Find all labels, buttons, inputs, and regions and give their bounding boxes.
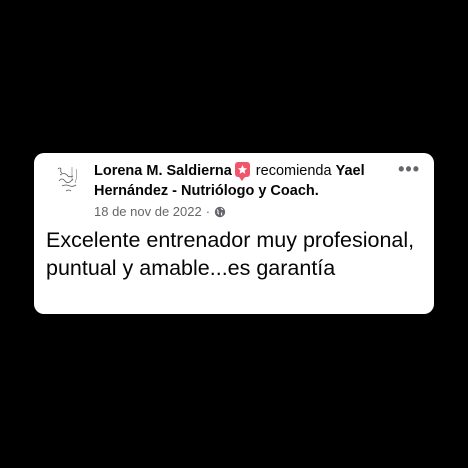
handwritten-logo-avatar [57,167,78,192]
globe-icon [214,206,226,218]
more-options-icon[interactable]: ••• [398,160,420,178]
review-card: Lorena M. Saldierna recomienda Yael Herná… [34,153,434,314]
post-meta: 18 de nov de 2022 · [94,204,226,219]
avatar[interactable] [50,161,86,197]
post-header: Lorena M. Saldierna recomienda Yael Herná… [94,161,394,201]
meta-separator: · [205,204,211,219]
post-body-text: Excelente entrenador muy profesional, pu… [46,228,415,280]
post-date[interactable]: 18 de nov de 2022 [94,204,202,219]
action-text: recomienda [255,163,332,179]
author-name[interactable]: Lorena M. Saldierna [94,163,232,179]
recommend-star-badge-icon [234,162,250,181]
